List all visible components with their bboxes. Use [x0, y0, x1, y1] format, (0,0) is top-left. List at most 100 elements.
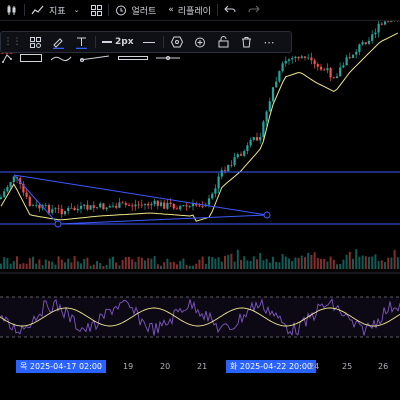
alert-on-drawing-button[interactable]	[189, 32, 212, 52]
drawing-handle[interactable]	[263, 211, 271, 219]
candle-body	[115, 205, 118, 208]
candle-body	[355, 51, 358, 55]
candle-body	[47, 205, 51, 213]
candle-body	[105, 207, 108, 210]
volume-bar	[390, 257, 393, 269]
path-tool-icon[interactable]	[2, 53, 12, 63]
indicators-button[interactable]: 지표 ⌄	[25, 0, 85, 20]
templates-button[interactable]	[24, 32, 47, 52]
text-icon	[76, 37, 87, 49]
volume-bar	[115, 262, 118, 269]
brush-tool-icon[interactable]	[50, 54, 72, 62]
layouts-button[interactable]	[85, 0, 108, 20]
volume-bar	[220, 261, 223, 269]
volume-bar	[374, 254, 377, 269]
more-button[interactable]: ⋯	[258, 32, 281, 52]
settings-button[interactable]	[166, 32, 189, 52]
text-color-button[interactable]	[70, 32, 93, 52]
candle-body	[9, 182, 12, 188]
undo-button[interactable]	[218, 0, 242, 20]
volume-bar	[92, 264, 95, 269]
volume-bar	[73, 256, 76, 269]
candle-body	[342, 65, 345, 68]
candle-body	[220, 170, 223, 177]
volume-bar	[268, 262, 271, 269]
volume-bar	[384, 262, 386, 269]
volume-bar	[265, 258, 268, 269]
volume-bar	[345, 254, 348, 269]
volume-bar	[214, 258, 217, 269]
volume-bar	[278, 262, 281, 269]
drawing-handle[interactable]	[54, 220, 62, 228]
candle-body	[297, 56, 300, 59]
volume-bar	[368, 256, 370, 269]
lock-button[interactable]	[212, 32, 235, 52]
volume-bar	[83, 259, 86, 269]
volume-bar	[3, 257, 6, 269]
volume-bar	[355, 249, 358, 269]
candle-body	[182, 205, 185, 207]
candle-body	[124, 203, 127, 205]
candle-body	[198, 205, 201, 207]
alert-label: 얼러트	[131, 6, 157, 17]
candle-body	[92, 205, 95, 208]
volume-bar	[323, 258, 326, 269]
volume-bar	[252, 256, 255, 269]
line-color-button[interactable]	[47, 32, 70, 52]
line-style-button[interactable]	[138, 32, 161, 52]
top-toolbar: 지표 ⌄ 얼러트 « 리플레이	[0, 0, 400, 21]
chart-type-button[interactable]	[0, 0, 24, 20]
volume-bar	[64, 262, 66, 269]
candle-body	[291, 58, 294, 60]
drag-handle[interactable]: ⋮⋮	[1, 32, 24, 52]
ray-tool-icon[interactable]	[80, 54, 110, 62]
alert-button[interactable]: 얼러트	[109, 0, 162, 20]
candle-body	[332, 77, 335, 79]
volume-bar	[150, 258, 153, 269]
candle-body	[268, 101, 271, 112]
time-axis[interactable]: 목 2025-04-17 02:00 19 20 21 화 2025-04-22…	[0, 360, 400, 374]
chevron-down-icon[interactable]: ⌄	[74, 6, 80, 14]
triangle-left-line[interactable]	[13, 174, 59, 225]
candle-body	[335, 76, 339, 79]
candle-body	[243, 151, 246, 156]
volume-bar	[16, 256, 18, 269]
candle-body	[211, 193, 214, 199]
triangle-lower-line[interactable]	[57, 214, 268, 225]
rectangle-tool-icon[interactable]	[20, 54, 42, 62]
volume-bar	[128, 257, 130, 269]
volume-bar	[297, 257, 300, 269]
price-chart[interactable]	[0, 21, 400, 360]
volume-bar	[256, 259, 258, 269]
redo-button[interactable]	[242, 0, 266, 20]
volume-bar	[89, 265, 92, 269]
candle-body	[175, 208, 179, 210]
ruler-tool-icon[interactable]	[118, 54, 148, 62]
candle-body	[172, 203, 175, 209]
candle-body	[3, 191, 6, 198]
volume-bar	[304, 257, 306, 269]
volume-bar	[339, 263, 342, 269]
volume-bar	[230, 253, 233, 269]
horizontal-line-tool-icon[interactable]	[156, 54, 180, 62]
volume-bar	[153, 256, 156, 269]
volume-bar	[211, 257, 214, 269]
undo-icon	[224, 5, 236, 13]
volume-layer	[0, 249, 399, 269]
candle-body	[367, 40, 371, 44]
replay-button[interactable]: « 리플레이	[162, 0, 217, 20]
volume-bar	[358, 256, 361, 269]
volume-bar	[35, 263, 38, 269]
grid-icon	[91, 4, 103, 16]
volume-bar	[163, 262, 166, 269]
candle-body	[188, 206, 191, 208]
volume-bar	[195, 263, 198, 269]
volume-bar	[19, 264, 22, 269]
candle-body	[265, 111, 268, 122]
line-width-button[interactable]: 2px	[98, 37, 138, 47]
candle-body	[169, 202, 172, 204]
indicators-icon	[31, 5, 44, 15]
delete-button[interactable]	[235, 32, 258, 52]
chart-pane[interactable]: 313	[0, 21, 400, 360]
volume-bar	[316, 257, 319, 269]
